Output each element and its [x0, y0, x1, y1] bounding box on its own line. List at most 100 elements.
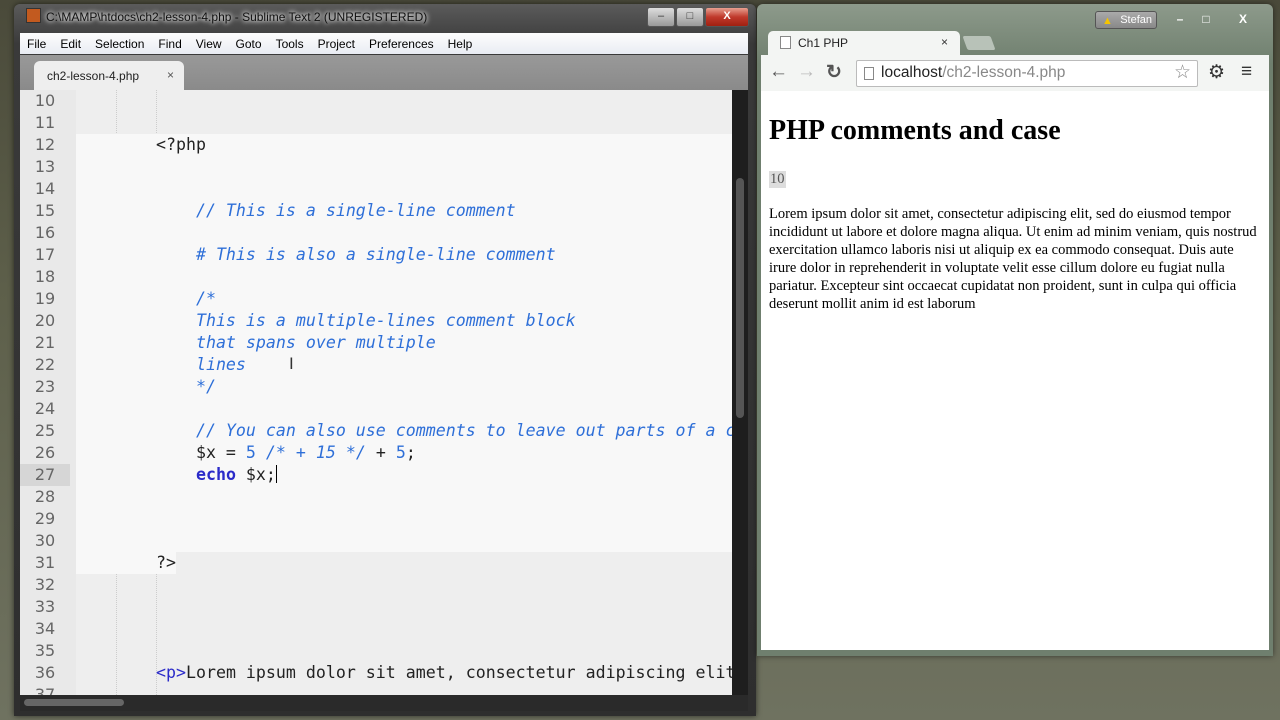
browser-tab[interactable]: Ch1 PHP × [768, 31, 960, 55]
code-text[interactable]: <p>Lorem ipsum dolor sit amet, consectet… [156, 662, 732, 684]
token-plain: $x = [156, 443, 246, 462]
url-host: localhost [881, 64, 943, 81]
tab-ch2-lesson-4[interactable]: ch2-lesson-4.php × [34, 61, 184, 90]
minimize-button[interactable]: – [647, 7, 675, 27]
code-line: 18 [20, 266, 732, 288]
php-block-background [76, 266, 732, 288]
menu-preferences[interactable]: Preferences [362, 37, 441, 51]
line-number: 29 [34, 509, 56, 528]
code-editor[interactable]: 10 11 12 <?php 13 14 15 // This is a single-li… [20, 90, 732, 695]
reload-icon[interactable]: ↻ [826, 61, 842, 84]
menu-view[interactable]: View [189, 37, 229, 51]
code-line: 19 /* [20, 288, 732, 310]
code-line: 24 [20, 398, 732, 420]
close-button[interactable]: X [705, 7, 749, 27]
address-bar[interactable]: localhost/ch2-lesson-4.php ☆ [856, 60, 1198, 87]
code-line: 25 // You can also use comments to leave… [20, 420, 732, 442]
code-line: 27 echo $x; [20, 464, 732, 486]
token-comment: // This is a single-line comment [156, 201, 516, 220]
menu-find[interactable]: Find [151, 37, 188, 51]
code-text[interactable]: $x = 5 /* + 15 */ + 5; [156, 442, 416, 464]
line-number: 19 [34, 289, 56, 308]
code-text[interactable]: # This is also a single-line comment [156, 244, 556, 266]
line-number: 25 [34, 421, 56, 440]
forward-icon[interactable]: → [797, 61, 816, 83]
code-line: 14 [20, 178, 732, 200]
bookmark-star-icon[interactable]: ☆ [1174, 61, 1191, 84]
line-number: 32 [34, 575, 56, 594]
maximize-button[interactable]: □ [676, 7, 704, 27]
line-number: 34 [34, 619, 56, 638]
code-text[interactable]: /* [156, 288, 216, 310]
code-line: 32 [20, 574, 732, 596]
code-text[interactable]: This is a multiple-lines comment block [156, 310, 576, 332]
line-number: 14 [34, 179, 56, 198]
menu-help[interactable]: Help [441, 37, 480, 51]
menu-file[interactable]: File [20, 37, 53, 51]
code-text[interactable]: that spans over multiple [156, 332, 436, 354]
menu-project[interactable]: Project [311, 37, 362, 51]
token-comment: /* [156, 289, 216, 308]
line-number: 11 [34, 113, 56, 132]
code-line: 31 ?> [20, 552, 732, 574]
code-line: 30 [20, 530, 732, 552]
line-number: 10 [34, 91, 56, 110]
code-text[interactable]: echo $x; [156, 464, 277, 486]
code-text[interactable]: // You can also use comments to leave ou… [156, 420, 732, 442]
php-block-background [76, 222, 732, 244]
tab-bar: ch2-lesson-4.php × [20, 55, 748, 90]
php-block-background [76, 530, 732, 552]
code-line: 17 # This is also a single-line comment [20, 244, 732, 266]
tab-close-icon[interactable]: × [941, 35, 948, 49]
close-button[interactable]: X [1219, 10, 1267, 28]
token-comment: lines [156, 355, 246, 374]
settings-gear-icon[interactable]: ⚙ [1208, 61, 1225, 84]
token-keyword: echo [195, 465, 236, 484]
menu-icon[interactable]: ≡ [1241, 61, 1252, 83]
sublime-window-controls: – □ X [646, 7, 749, 27]
new-tab-button[interactable] [962, 36, 996, 50]
token-number: 5 [395, 443, 406, 462]
token-comment: */ [156, 377, 216, 396]
menu-selection[interactable]: Selection [88, 37, 151, 51]
code-line: 15 // This is a single-line comment [20, 200, 732, 222]
code-line: 33 [20, 596, 732, 618]
code-line: 12 <?php [20, 134, 732, 156]
vertical-scrollbar[interactable] [732, 90, 748, 695]
back-icon[interactable]: ← [769, 61, 788, 83]
line-number: 20 [34, 311, 56, 330]
vertical-scroll-thumb[interactable] [736, 178, 744, 418]
echo-output: 10 [769, 171, 786, 188]
text-caret [275, 465, 277, 483]
menu-goto[interactable]: Goto [229, 37, 269, 51]
code-line: 22 lines [20, 354, 732, 376]
text-cursor-icon: I [289, 354, 294, 373]
code-text[interactable]: // This is a single-line comment [156, 200, 516, 222]
profile-button[interactable]: ▲ Stefan [1095, 11, 1157, 29]
menu-edit[interactable]: Edit [53, 37, 88, 51]
window-title: C:\MAMP\htdocs\ch2-lesson-4.php - Sublim… [46, 10, 428, 24]
code-line: 36 <p>Lorem ipsum dolor sit amet, consect… [20, 662, 732, 684]
code-line: 29 [20, 508, 732, 530]
code-text[interactable]: <?php [156, 134, 206, 156]
menu-tools[interactable]: Tools [269, 37, 311, 51]
warning-icon: ▲ [1102, 15, 1113, 27]
line-number: 16 [34, 223, 56, 242]
token-plain: ?> [156, 553, 176, 572]
code-text[interactable]: lines [156, 354, 246, 376]
code-text[interactable]: */ [156, 376, 216, 398]
minimize-button[interactable]: – [1167, 10, 1193, 28]
horizontal-scroll-thumb[interactable] [24, 699, 124, 706]
line-number: 37 [34, 685, 56, 695]
page-icon [864, 67, 874, 80]
code-text[interactable]: ?> [156, 552, 176, 574]
tab-close-icon[interactable]: × [167, 68, 174, 82]
php-block-background [76, 486, 732, 508]
code-line: 16 [20, 222, 732, 244]
horizontal-scrollbar[interactable] [20, 695, 748, 711]
line-number: 18 [34, 267, 56, 286]
maximize-button[interactable]: □ [1193, 10, 1219, 28]
token-plain: + [365, 443, 396, 462]
page-heading: PHP comments and case [769, 115, 1061, 146]
code-line: 35 [20, 640, 732, 662]
